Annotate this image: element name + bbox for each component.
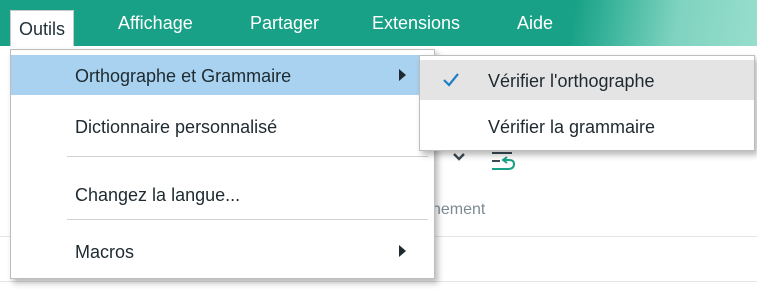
spelling-submenu: Vérifier l'orthographe Vérifier la gramm…	[419, 55, 755, 151]
menu-item-orthographe-grammaire[interactable]: Orthographe et Grammaire	[11, 55, 434, 95]
menu-bar-fade	[555, 0, 757, 46]
text-wrap-icon[interactable]	[490, 150, 520, 176]
menu-item-label: Orthographe et Grammaire	[75, 66, 292, 86]
menu-item-label: Macros	[75, 242, 135, 262]
menu-partager[interactable]: Partager	[250, 10, 319, 46]
menu-separator	[67, 156, 428, 157]
menu-extensions[interactable]: Extensions	[372, 10, 460, 46]
menu-item-label: Changez la langue...	[75, 185, 241, 205]
divider	[0, 281, 757, 282]
submenu-arrow-icon	[399, 69, 406, 81]
menu-item-label: Vérifier l'orthographe	[488, 71, 655, 91]
menu-item-label: Dictionnaire personnalisé	[75, 117, 278, 137]
menu-item-verifier-orthographe[interactable]: Vérifier l'orthographe	[420, 60, 754, 100]
submenu-arrow-icon	[399, 245, 406, 257]
menu-item-label: Vérifier la grammaire	[488, 117, 656, 137]
menu-aide[interactable]: Aide	[517, 10, 553, 46]
chevron-down-icon[interactable]	[452, 150, 466, 164]
tools-menu: Orthographe et Grammaire Dictionnaire pe…	[10, 49, 435, 279]
menu-affichage[interactable]: Affichage	[118, 10, 193, 46]
menu-item-changez-langue[interactable]: Changez la langue...	[11, 174, 434, 214]
menu-outils[interactable]: Outils	[10, 10, 75, 50]
checkmark-icon	[443, 73, 459, 87]
menu-separator	[67, 219, 428, 220]
menu-bar: Outils Affichage Partager Extensions Aid…	[0, 0, 757, 50]
menu-item-dictionnaire[interactable]: Dictionnaire personnalisé	[11, 106, 434, 146]
menu-item-verifier-grammaire[interactable]: Vérifier la grammaire	[420, 106, 754, 146]
partial-label: nement	[432, 201, 486, 218]
menu-item-macros[interactable]: Macros	[11, 231, 434, 271]
